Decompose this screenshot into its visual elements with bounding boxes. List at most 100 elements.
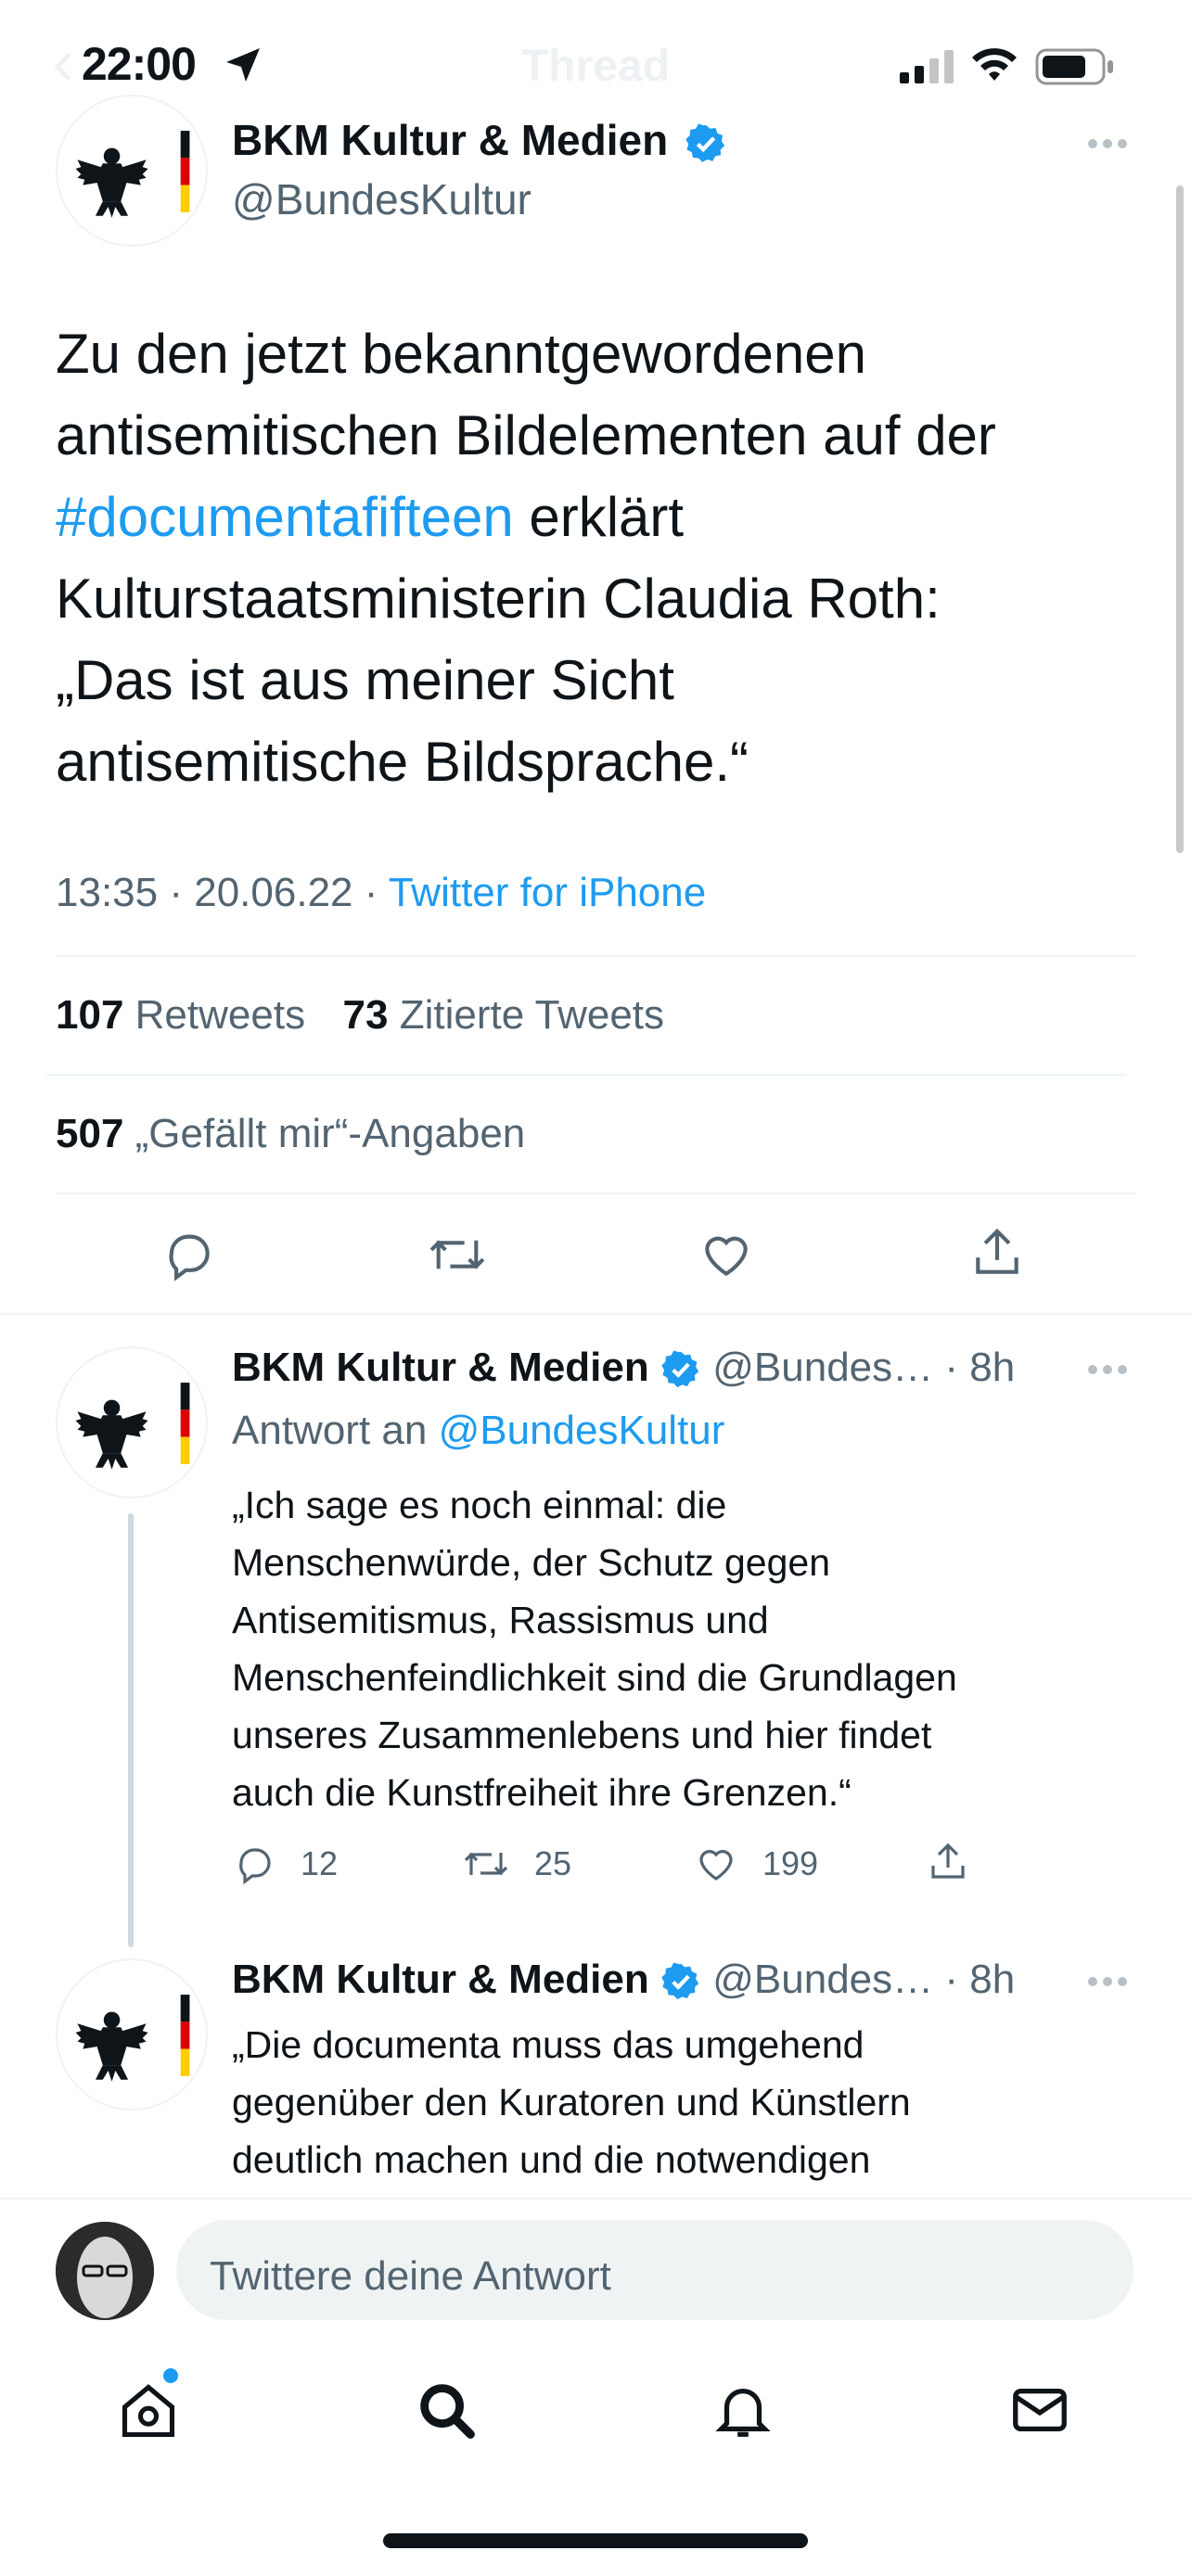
- reply-text-line: unseres Zusammenlebens und hier findet: [232, 1714, 932, 1756]
- reply-author-name[interactable]: BKM Kultur & Medien: [232, 1345, 649, 1390]
- reply-author-avatar[interactable]: [56, 1958, 208, 2111]
- reply-text-line: deutlich machen und die notwendigen: [232, 2138, 871, 2181]
- reply-to-label: Antwort an: [232, 1408, 428, 1453]
- share-button[interactable]: [968, 1224, 1026, 1282]
- reply-text: „Die documenta muss das umgehend gegenüb…: [232, 2016, 911, 2188]
- back-icon[interactable]: [46, 48, 83, 90]
- tweet-text-line: Zu den jetzt bekanntgewordenen: [56, 323, 866, 385]
- scrollbar[interactable]: [1176, 185, 1184, 853]
- tweet-text-line: antisemitische Bildsprache.“: [56, 731, 749, 793]
- reply-to-line: Antwort an @BundesKultur: [232, 1408, 724, 1454]
- reply-author-name[interactable]: BKM Kultur & Medien: [232, 1957, 649, 2002]
- tab-search[interactable]: [414, 2378, 479, 2447]
- federal-eagle-logo-icon: [75, 1995, 190, 2082]
- reply-text-line: „Die documenta muss das umgehend: [232, 2023, 864, 2066]
- verified-badge-icon: [661, 1350, 699, 1388]
- tweet-text-fragment: erklärt: [513, 486, 685, 548]
- heart-icon: [699, 1850, 733, 1881]
- reply-like-button[interactable]: 199: [694, 1842, 818, 1886]
- signal-icon: [900, 50, 955, 88]
- share-icon: [931, 1843, 965, 1879]
- tab-notifications[interactable]: [711, 2378, 775, 2447]
- reply-text-line: „Ich sage es noch einmal: die: [232, 1484, 727, 1526]
- share-icon: [976, 1228, 1018, 1274]
- tweet-text-line: Kulturstaatsministerin Claudia Roth:: [56, 567, 941, 630]
- more-options-icon[interactable]: [1087, 137, 1128, 154]
- retweet-icon: [464, 1852, 508, 1876]
- reply-header: BKM Kultur & Medien @Bundes… · 8h: [232, 1345, 1015, 1391]
- tweet-date: 20.06.22: [194, 870, 353, 915]
- reply-text-line: Antisemitismus, Rassismus und: [232, 1599, 769, 1641]
- hashtag-link[interactable]: #documentafifteen: [56, 486, 514, 548]
- user-avatar[interactable]: [56, 2222, 154, 2320]
- federal-eagle-logo-icon: [75, 131, 190, 218]
- reply-header: BKM Kultur & Medien @Bundes… · 8h: [232, 1957, 1015, 2003]
- reply-time: · 8h: [944, 1345, 1016, 1390]
- bell-icon: [715, 2388, 771, 2437]
- tweet-meta: 13:35 · 20.06.22 · Twitter for iPhone: [56, 870, 706, 916]
- reply-time: · 8h: [944, 1957, 1016, 2002]
- reply-input[interactable]: Twittere deine Antwort: [176, 2220, 1133, 2320]
- tweet-text-line: „Das ist aus meiner Sicht: [56, 649, 674, 711]
- thread-line: [128, 1513, 134, 1947]
- wifi-icon: [970, 46, 1018, 88]
- divider: [0, 2198, 1191, 2200]
- author-name[interactable]: BKM Kultur & Medien: [232, 115, 668, 165]
- reply-text-line: Menschenwürde, der Schutz gegen: [232, 1541, 831, 1584]
- quotes-count: 73: [342, 992, 389, 1038]
- verified-badge-icon: [685, 122, 727, 170]
- reply-share-button[interactable]: [926, 1840, 970, 1884]
- tab-home[interactable]: [117, 2379, 180, 2447]
- tweet-time: 13:35: [56, 870, 159, 915]
- reply-icon: [239, 1848, 271, 1885]
- tab-messages[interactable]: [1007, 2378, 1072, 2447]
- divider: [56, 1192, 1135, 1194]
- meta-separator: ·: [364, 870, 378, 915]
- meta-separator: ·: [169, 870, 183, 915]
- retweets-label: Retweets: [134, 992, 306, 1038]
- more-options-icon[interactable]: [1087, 1975, 1128, 1992]
- author-avatar[interactable]: [56, 95, 208, 247]
- author-handle[interactable]: @BundesKultur: [232, 174, 531, 224]
- divider: [0, 1313, 1191, 1315]
- like-count: 199: [762, 1844, 819, 1882]
- tweet-text: Zu den jetzt bekanntgewordenen antisemit…: [56, 313, 1150, 803]
- reply-author-avatar[interactable]: [56, 1346, 208, 1498]
- more-options-icon[interactable]: [1087, 1363, 1128, 1380]
- reply-author-handle[interactable]: @Bundes…: [712, 1957, 933, 2002]
- retweets-count: 107: [56, 992, 124, 1038]
- federal-eagle-logo-icon: [75, 1383, 190, 1470]
- retweet-stats[interactable]: 107 Retweets 73 Zitierte Tweets: [56, 992, 664, 1039]
- user-avatar-image-icon: [56, 2222, 154, 2320]
- divider: [46, 1074, 1126, 1076]
- search-icon: [420, 2384, 475, 2439]
- reply-text-line: Menschenfeindlichkeit sind die Grundlage…: [232, 1656, 957, 1699]
- like-stats[interactable]: 507 „Gefällt mir“-Angaben: [56, 1111, 525, 1157]
- likes-label: „Gefällt mir“-Angaben: [134, 1111, 526, 1156]
- reply-retweet-button[interactable]: 25: [462, 1842, 571, 1886]
- quotes-label: Zitierte Tweets: [399, 992, 665, 1038]
- likes-count: 507: [56, 1111, 124, 1156]
- tweet-text-line: antisemitischen Bildelementen auf der: [56, 404, 996, 466]
- verified-badge-icon: [661, 1962, 699, 2000]
- reply-reply-button[interactable]: 12: [232, 1842, 338, 1886]
- retweet-button[interactable]: [427, 1226, 488, 1283]
- mail-icon: [1013, 2388, 1067, 2432]
- retweet-icon: [429, 1240, 485, 1269]
- battery-icon: [1035, 48, 1115, 90]
- home-indicator[interactable]: [383, 2533, 808, 2548]
- reply-to-handle-link[interactable]: @BundesKultur: [439, 1408, 725, 1453]
- retweet-count: 25: [534, 1844, 572, 1882]
- unread-dot: [163, 2368, 178, 2383]
- reply-button[interactable]: [160, 1226, 217, 1283]
- like-button[interactable]: [698, 1226, 755, 1283]
- heart-icon: [705, 1236, 748, 1277]
- reply-text: „Ich sage es noch einmal: die Menschenwü…: [232, 1476, 957, 1821]
- divider: [56, 955, 1135, 957]
- tweet-text-line: #documentafifteen erklärt: [56, 477, 1150, 558]
- reply-icon: [169, 1234, 210, 1282]
- reply-text-line: gegenüber den Kuratoren und Künstlern: [232, 2081, 911, 2123]
- tweet-source-link[interactable]: Twitter for iPhone: [389, 870, 706, 915]
- reply-author-handle[interactable]: @Bundes…: [712, 1345, 933, 1390]
- reply-count: 12: [301, 1844, 339, 1882]
